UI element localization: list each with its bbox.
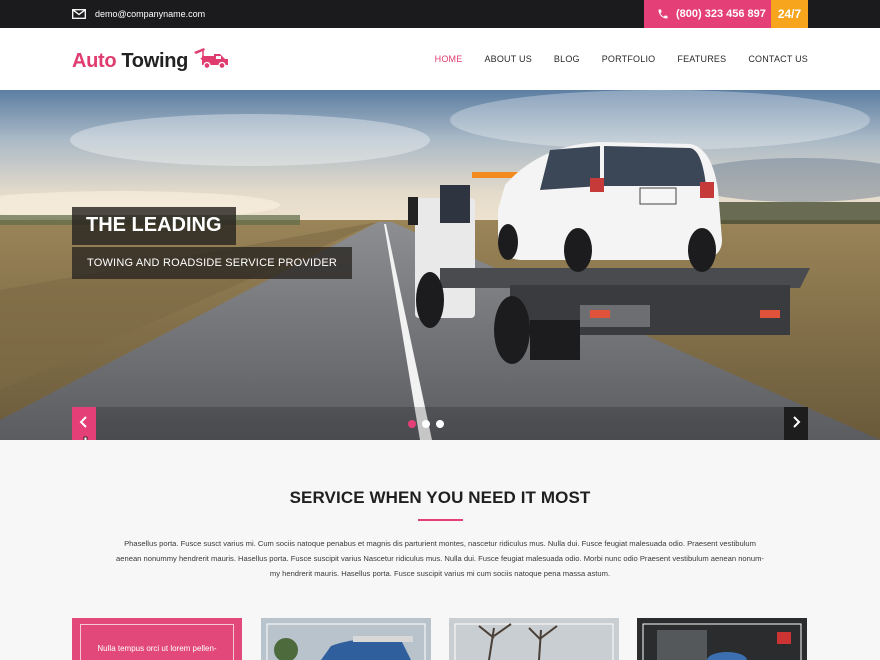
email-text: demo@companyname.com [95,9,206,19]
service-heading: SERVICE WHEN YOU NEED IT MOST [289,488,591,507]
card-photo [261,618,431,660]
hero-caption-title: THE LEADING [72,207,236,245]
service-text-line: aenean nonummy hendrerit mauris. Hasellu… [116,554,764,563]
service-description: Phasellus porta. Fusce susct varius mi. … [112,536,768,581]
envelope-icon [72,9,86,19]
card-photo [449,618,619,660]
slider-next-button[interactable] [784,407,808,440]
hand-pointer-icon [81,435,91,440]
service-card[interactable]: Nulla tempus orci ut lorem pellen- [72,618,242,660]
card-frame [80,624,234,660]
phone-icon [650,8,676,20]
top-bar: demo@companyname.com (800) 323 456 897 2… [0,0,880,28]
nav-home[interactable]: HOME [435,54,463,64]
service-card-image[interactable] [637,618,807,660]
nav-portfolio[interactable]: PORTFOLIO [602,54,656,64]
slider-dots [408,420,444,428]
nav-contact-us[interactable]: CONTACT US [748,54,808,64]
chevron-left-icon [79,415,89,433]
logo-word-auto: Auto [72,49,117,72]
site-header: Auto Towing HOME ABOUT US BLOG PORTFOLIO… [0,28,880,90]
card-text: Nulla tempus orci ut lorem pellen- [97,644,217,653]
service-card-image[interactable] [261,618,431,660]
service-text-line: Phasellus porta. Fusce susct varius mi. … [124,539,756,548]
tow-truck-icon [188,46,230,76]
logo-word-towing: Towing [121,49,189,72]
slider-dot[interactable] [408,420,416,428]
slider-dot[interactable] [436,420,444,428]
main-nav: HOME ABOUT US BLOG PORTFOLIO FEATURES CO… [435,28,808,90]
card-photo [637,618,807,660]
service-card-image[interactable] [449,618,619,660]
nav-about-us[interactable]: ABOUT US [484,54,531,64]
heading-divider [418,519,463,521]
phone-contact[interactable]: (800) 323 456 897 [644,0,771,28]
chevron-right-icon [791,415,801,433]
slider-dot[interactable] [422,420,430,428]
nav-features[interactable]: FEATURES [677,54,726,64]
hero-slider: THE LEADING TOWING AND ROADSIDE SERVICE … [0,90,880,440]
hero-caption-subtitle: TOWING AND ROADSIDE SERVICE PROVIDER [72,247,353,279]
availability-badge: 24/7 [771,0,808,28]
phone-number: (800) 323 456 897 [676,8,766,20]
site-logo[interactable]: Auto Towing [72,46,230,76]
email-contact[interactable]: demo@companyname.com [72,0,205,28]
service-text-line: my hendrerit mauris. Hasellus porta. Fus… [269,569,611,578]
nav-blog[interactable]: BLOG [554,54,580,64]
